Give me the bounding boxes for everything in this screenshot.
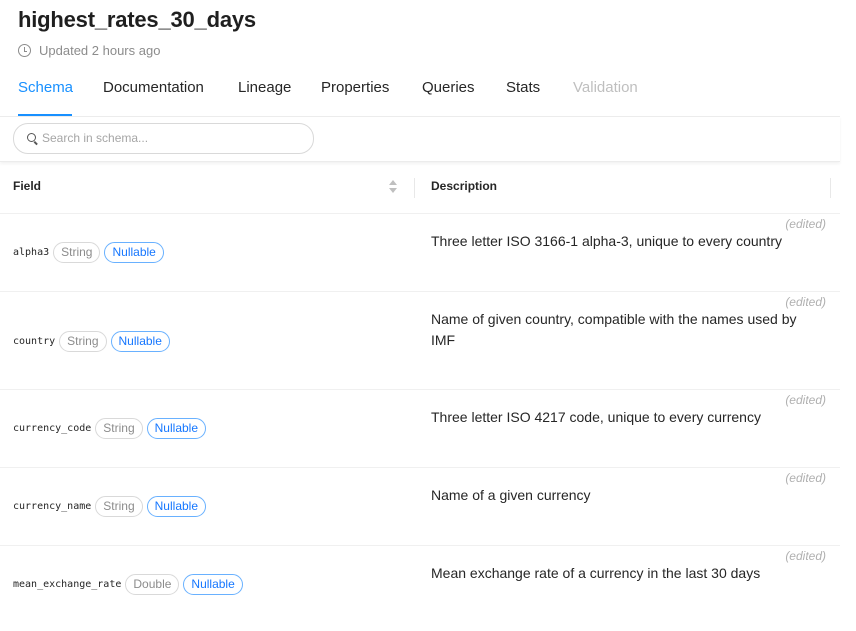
- tab-queries[interactable]: Queries: [422, 79, 475, 96]
- description-column-header: Description: [431, 179, 498, 193]
- field-description[interactable]: Name of a given currency: [431, 485, 816, 506]
- table-row[interactable]: country String Nullable (edited) Name of…: [0, 292, 840, 390]
- type-tag: String: [95, 496, 143, 517]
- nullable-tag: Nullable: [146, 418, 206, 439]
- search-icon: [27, 133, 36, 142]
- tab-bar: Schema Documentation Lineage Properties …: [0, 70, 840, 117]
- field-cell: currency_code String Nullable: [13, 418, 210, 439]
- nullable-tag: Nullable: [110, 331, 170, 352]
- field-name: mean_exchange_rate: [13, 579, 122, 590]
- nullable-tag: Nullable: [104, 242, 164, 263]
- type-tag: String: [95, 418, 143, 439]
- last-updated: Updated 2 hours ago: [18, 43, 160, 58]
- edited-label: (edited): [785, 393, 826, 407]
- table-row[interactable]: mean_exchange_rate Double Nullable (edit…: [0, 546, 840, 630]
- field-name: currency_code: [13, 423, 92, 434]
- edited-label: (edited): [785, 549, 826, 563]
- last-updated-text: Updated 2 hours ago: [39, 43, 161, 58]
- table-row[interactable]: alpha3 String Nullable (edited) Three le…: [0, 214, 840, 292]
- field-description[interactable]: Three letter ISO 3166-1 alpha-3, unique …: [431, 231, 816, 252]
- field-cell: currency_name String Nullable: [13, 496, 210, 517]
- column-divider[interactable]: [830, 178, 831, 198]
- field-column-header[interactable]: Field: [13, 179, 41, 193]
- field-description[interactable]: Mean exchange rate of a currency in the …: [431, 563, 816, 584]
- edited-label: (edited): [785, 217, 826, 231]
- type-tag: String: [59, 331, 107, 352]
- column-divider[interactable]: [414, 178, 415, 198]
- sort-ascending-icon[interactable]: [389, 180, 397, 185]
- sort-descending-icon[interactable]: [389, 188, 397, 193]
- field-description[interactable]: Name of given country, compatible with t…: [431, 309, 816, 351]
- table-row[interactable]: currency_name String Nullable (edited) N…: [0, 468, 840, 546]
- search-bar: [0, 116, 840, 162]
- field-name: country: [13, 336, 56, 347]
- field-name: alpha3: [13, 247, 50, 258]
- tab-documentation[interactable]: Documentation: [103, 79, 204, 96]
- nullable-tag: Nullable: [183, 574, 243, 595]
- tab-validation: Validation: [573, 79, 638, 96]
- field-cell: alpha3 String Nullable: [13, 242, 168, 263]
- tab-stats[interactable]: Stats: [506, 79, 540, 96]
- clock-icon: [18, 44, 31, 57]
- type-tag: Double: [125, 574, 180, 595]
- sort-icon[interactable]: [389, 180, 397, 194]
- type-tag: String: [53, 242, 101, 263]
- edited-label: (edited): [785, 471, 826, 485]
- tab-schema[interactable]: Schema: [18, 79, 73, 96]
- field-description[interactable]: Three letter ISO 4217 code, unique to ev…: [431, 407, 816, 428]
- page-title: highest_rates_30_days: [18, 7, 256, 32]
- search-box[interactable]: [13, 123, 314, 154]
- tab-properties[interactable]: Properties: [321, 79, 389, 96]
- tab-lineage[interactable]: Lineage: [238, 79, 291, 96]
- field-cell: country String Nullable: [13, 331, 174, 352]
- field-name: currency_name: [13, 501, 92, 512]
- nullable-tag: Nullable: [146, 496, 206, 517]
- edited-label: (edited): [785, 295, 826, 309]
- field-cell: mean_exchange_rate Double Nullable: [13, 574, 247, 595]
- search-input[interactable]: [42, 129, 297, 147]
- table-header: Field Description: [0, 162, 840, 214]
- table-row[interactable]: currency_code String Nullable (edited) T…: [0, 390, 840, 468]
